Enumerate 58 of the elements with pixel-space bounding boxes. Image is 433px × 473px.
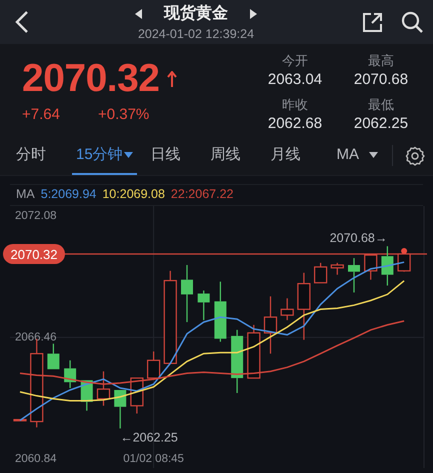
next-icon[interactable]	[250, 8, 257, 18]
settings-icon[interactable]	[405, 146, 425, 166]
candlestick	[280, 298, 294, 320]
previous-icon[interactable]	[135, 8, 142, 18]
candlestick	[13, 418, 27, 422]
page-title: 现货黄金	[164, 4, 228, 24]
stat-label: 最低	[368, 96, 394, 114]
axis-label: 2072.08	[15, 210, 57, 222]
period-tab[interactable]: 分时	[12, 136, 50, 175]
axis-label: 2060.84	[15, 452, 57, 465]
stat-value: 2062.68	[268, 115, 322, 132]
period-tab[interactable]: MA	[332, 136, 382, 175]
extreme-label: 2070.68→	[330, 231, 388, 246]
price-change: +7.64	[22, 106, 60, 123]
stat-value: 2062.25	[354, 115, 408, 132]
period-tab[interactable]: 日线	[146, 136, 185, 175]
candlestick	[264, 296, 278, 354]
axis-label: 2066.46	[15, 331, 57, 344]
extreme-label: ←2062.25	[120, 430, 178, 444]
candlestick	[181, 265, 193, 322]
candlestick	[314, 262, 328, 284]
ma-value: 5:2069.94	[40, 187, 96, 201]
back-icon[interactable]	[14, 10, 30, 34]
candlestick	[330, 262, 344, 275]
candlestick	[398, 253, 411, 272]
timestamp: 2024-01-02 12:39:24	[138, 27, 254, 41]
percent-change: +0.37%	[98, 106, 150, 123]
candlestick	[64, 360, 76, 388]
candlestick	[348, 258, 360, 292]
candlestick	[364, 254, 378, 280]
stat-label: 最高	[368, 52, 394, 70]
candlestick	[147, 351, 160, 379]
price-dot	[401, 248, 408, 254]
stat-value: 2070.68	[354, 71, 408, 88]
candlestick	[247, 324, 260, 379]
share-icon[interactable]	[362, 12, 383, 32]
ma-value: 10:2069.08	[102, 187, 165, 201]
candlestick	[47, 344, 60, 370]
time-label: 01/02 08:45	[123, 452, 184, 465]
stat-label: 今开	[282, 52, 308, 70]
candlestick	[214, 282, 226, 342]
stat-value: 2063.04	[268, 71, 322, 88]
price-tag: 2070.32	[3, 244, 65, 264]
ma-value: 22:2067.22	[170, 187, 234, 201]
candlestick	[297, 272, 310, 340]
stat-label: 昨收	[282, 96, 308, 114]
candlestick	[381, 246, 394, 286]
current-price: 2070.32	[22, 58, 160, 100]
candlestick	[114, 389, 126, 428]
candlestick	[96, 371, 110, 406]
candlestick	[231, 330, 244, 393]
candlestick	[80, 380, 93, 411]
search-icon[interactable]	[401, 11, 423, 33]
period-tab[interactable]: 周线	[206, 136, 245, 175]
ma-label: MA	[16, 187, 35, 201]
ref-line-label: 2070.32	[10, 246, 58, 262]
period-tab[interactable]: 月线	[266, 136, 305, 175]
candlestick	[198, 290, 210, 320]
